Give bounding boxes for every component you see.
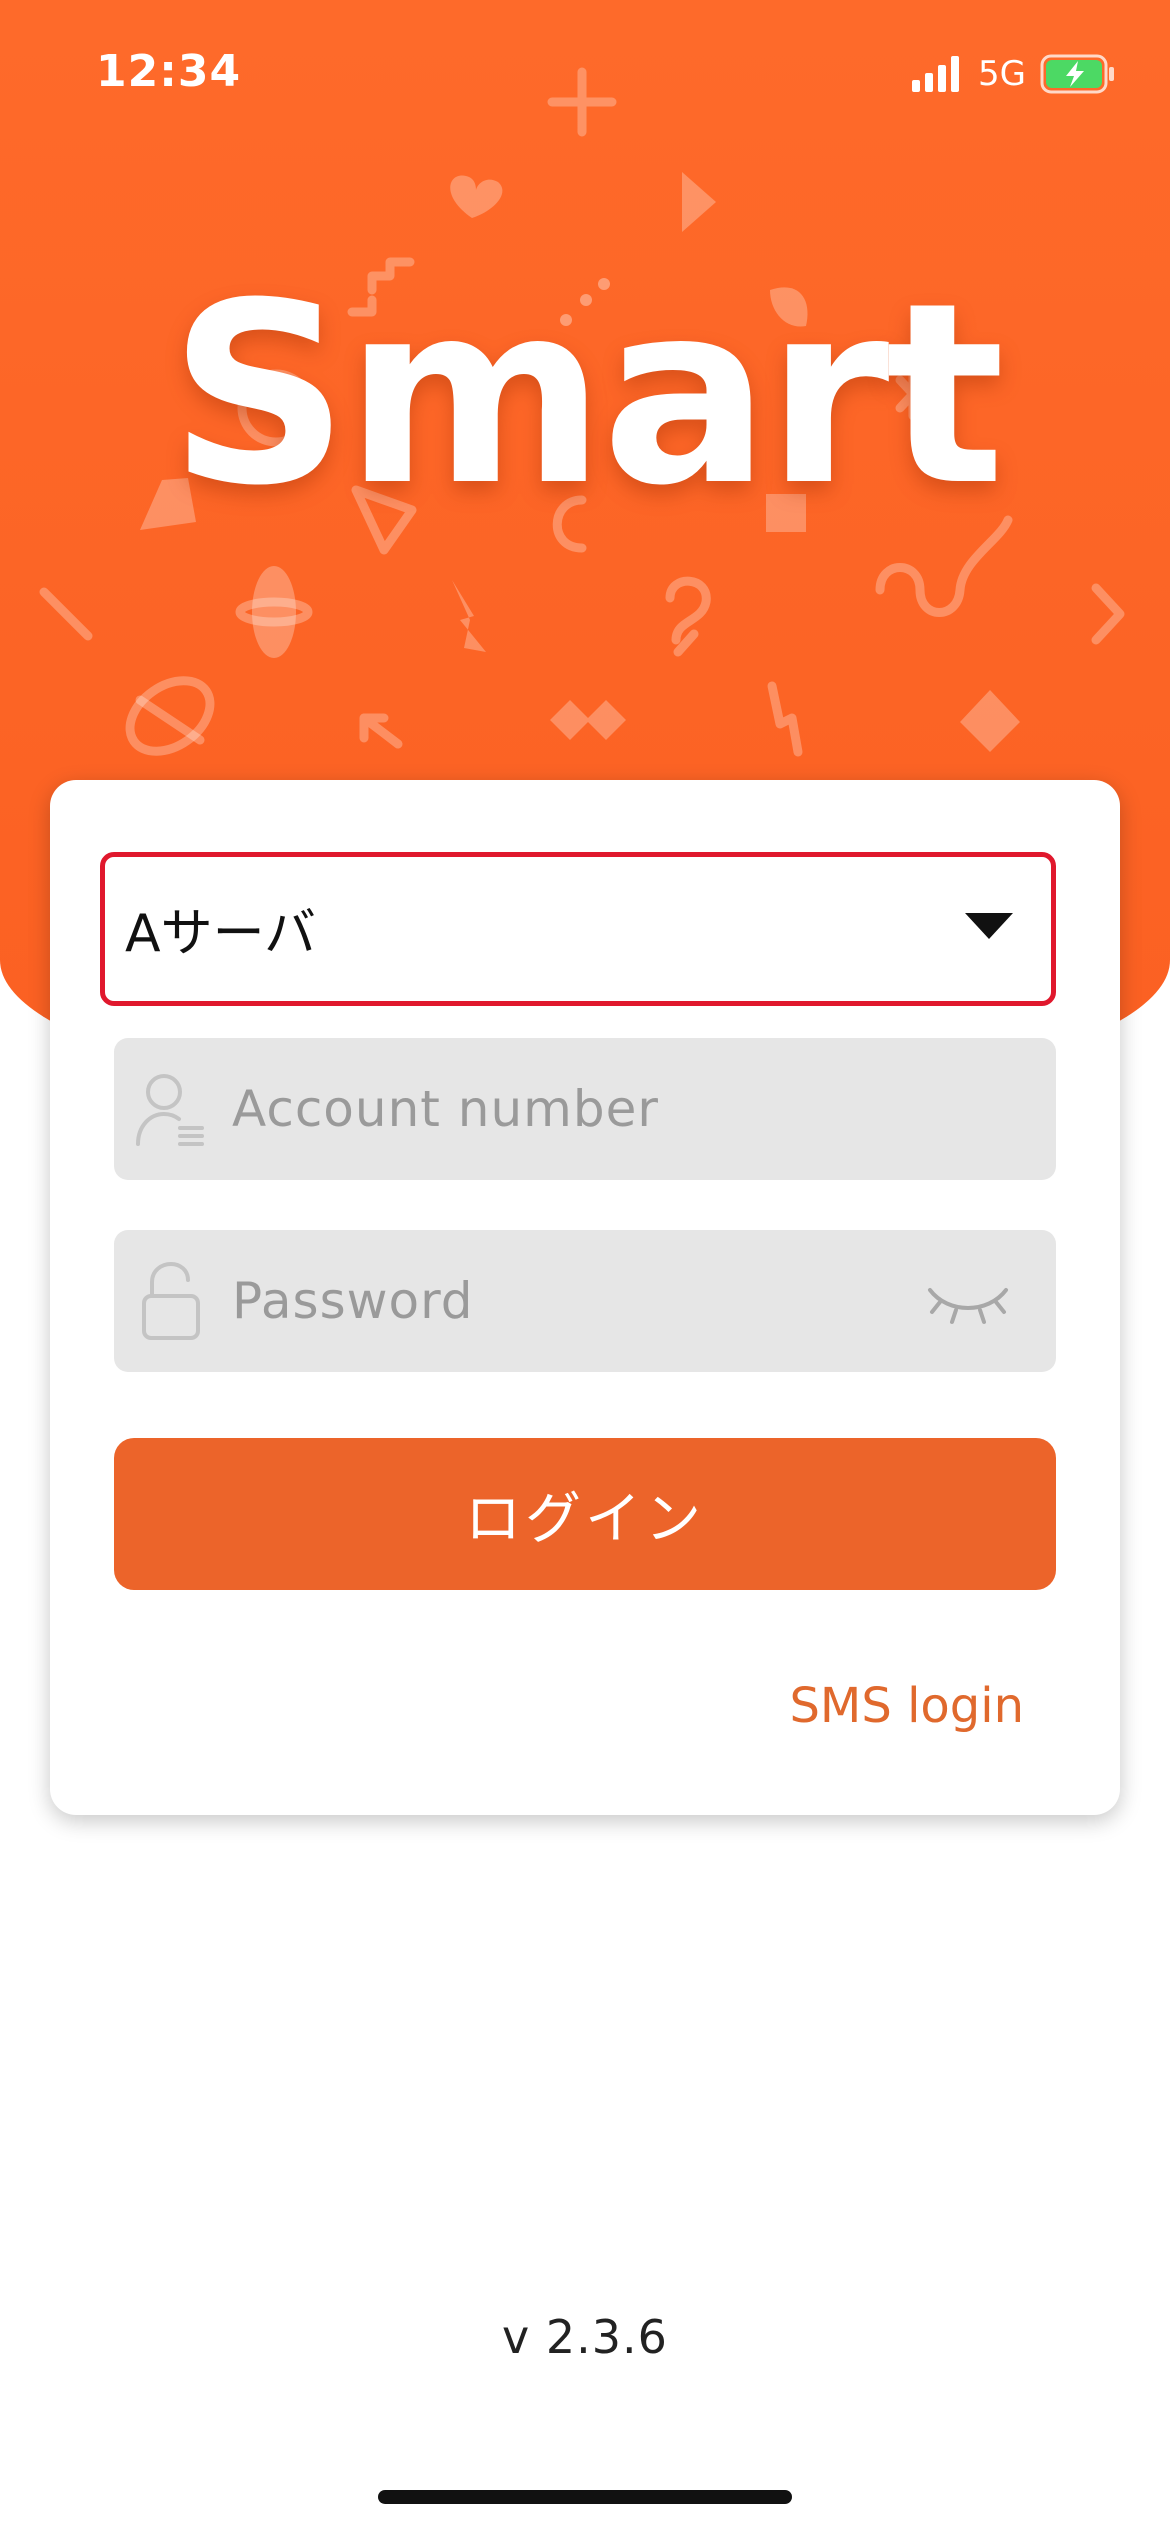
sms-login-link[interactable]: SMS login xyxy=(789,1678,1024,1734)
status-indicators: 5G xyxy=(912,52,1116,96)
status-time: 12:34 xyxy=(96,46,242,97)
cellular-signal-icon xyxy=(912,56,960,92)
login-button[interactable]: ログイン xyxy=(114,1438,1056,1590)
battery-charging-icon xyxy=(1040,54,1114,94)
network-label: 5G xyxy=(978,54,1026,94)
account-number-input[interactable] xyxy=(232,1038,932,1180)
brand-logo: Smart xyxy=(168,249,1005,540)
server-select[interactable]: Aサーバ xyxy=(100,852,1056,1006)
login-card: Aサーバ ログイン SMS login xyxy=(50,780,1120,1815)
home-indicator[interactable] xyxy=(378,2490,792,2504)
user-icon xyxy=(136,1074,204,1146)
status-bar: 12:34 5G xyxy=(0,0,1170,150)
password-input[interactable] xyxy=(232,1230,932,1372)
eye-closed-icon[interactable] xyxy=(924,1278,1012,1326)
account-number-field[interactable] xyxy=(114,1038,1056,1180)
app-version: v 2.3.6 xyxy=(502,2310,668,2364)
dropdown-caret-icon xyxy=(965,913,1013,939)
lock-icon xyxy=(142,1262,200,1340)
server-select-value: Aサーバ xyxy=(125,904,317,964)
password-field[interactable] xyxy=(114,1230,1056,1372)
